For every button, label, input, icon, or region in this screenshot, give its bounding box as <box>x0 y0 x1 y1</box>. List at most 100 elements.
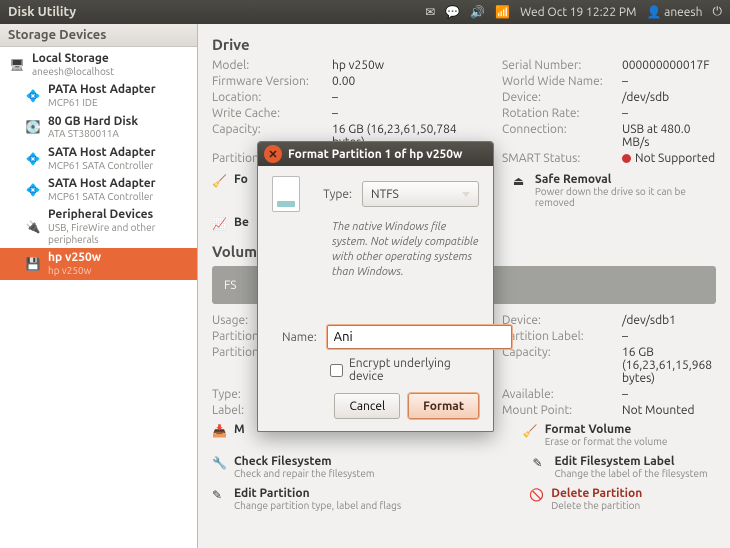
value: Not Mounted <box>622 404 716 417</box>
value: – <box>622 330 716 343</box>
cancel-button[interactable]: Cancel <box>334 393 400 419</box>
format-partition-dialog: ✕ Format Partition 1 of hp v250w Type: N… <box>257 141 494 432</box>
sidebar-item[interactable]: 💠 PATA Host Adapter MCP61 IDE <box>0 80 197 111</box>
mount-volume-action[interactable]: 📥 M <box>212 423 245 447</box>
flash-icon: 💾 <box>24 255 42 273</box>
hdd-icon: 💽 <box>24 118 42 136</box>
volume-icon[interactable]: 🔊 <box>470 5 485 19</box>
label: SMART Status: <box>502 152 612 165</box>
sidebar-item[interactable]: 🔌 Peripheral Devices USB, FireWire and o… <box>0 205 197 248</box>
label: Write Cache: <box>212 107 322 120</box>
sidebar-item[interactable]: 💠 SATA Host Adapter MCP61 SATA Controlle… <box>0 143 197 174</box>
sidebar-header: Storage Devices <box>0 24 197 47</box>
value: 16 GB (16,23,61,15,968 bytes) <box>622 346 716 385</box>
disk-icon <box>272 176 300 212</box>
dialog-titlebar[interactable]: ✕ Format Partition 1 of hp v250w <box>258 142 493 166</box>
type-hint: The native Windows file system. Not wide… <box>272 220 479 279</box>
label: Device: <box>502 91 612 104</box>
network-icon[interactable]: 📶 <box>495 5 510 19</box>
dialog-title-text: Format Partition 1 of hp v250w <box>288 148 462 161</box>
sidebar-item-sublabel: MCP61 IDE <box>48 97 156 109</box>
edit-label-action[interactable]: ✎ Edit Filesystem LabelChange the label … <box>533 455 708 479</box>
encrypt-checkbox[interactable] <box>330 364 343 377</box>
chat-icon[interactable]: 💬 <box>445 5 460 19</box>
app-title: Disk Utility <box>8 5 425 19</box>
label: Partition Label: <box>502 330 612 343</box>
label: Rotation Rate: <box>502 107 612 120</box>
label: Capacity: <box>502 346 612 385</box>
delete-icon: 🚫 <box>529 488 545 504</box>
pencil-icon: ✎ <box>212 488 228 504</box>
value: – <box>622 107 716 120</box>
type-value: NTFS <box>371 188 399 201</box>
value: – <box>332 107 492 120</box>
status-dot-icon <box>622 154 631 163</box>
name-input[interactable] <box>327 325 512 349</box>
format-icon: 🧹 <box>212 174 228 190</box>
label: Location: <box>212 91 322 104</box>
check-filesystem-action[interactable]: 🔧 Check FilesystemCheck and repair the f… <box>212 455 375 479</box>
value: /dev/sdb1 <box>622 314 716 327</box>
close-icon[interactable]: ✕ <box>264 145 282 163</box>
format-button[interactable]: Format <box>408 393 479 419</box>
format-volume-action[interactable]: 🧹 Format VolumeErase or format the volum… <box>523 423 668 447</box>
label: Available: <box>502 388 612 401</box>
delete-partition-action[interactable]: 🚫 Delete PartitionDelete the partition <box>529 487 642 511</box>
sidebar: Storage Devices 🖥 Local Storage aneesh@l… <box>0 24 198 548</box>
adapter-icon: 💠 <box>24 87 42 105</box>
sidebar-item[interactable]: 💠 SATA Host Adapter MCP61 SATA Controlle… <box>0 174 197 205</box>
sidebar-item-label: SATA Host Adapter <box>48 146 156 160</box>
value: – <box>622 75 716 88</box>
value: /dev/sdb <box>622 91 716 104</box>
eject-icon: ⏏ <box>513 174 529 190</box>
benchmark-action[interactable]: 📈 Be <box>212 216 249 233</box>
pencil-icon: ✎ <box>533 456 549 472</box>
mail-icon[interactable]: ✉ <box>425 5 435 19</box>
clock[interactable]: Wed Oct 19 12:22 PM <box>520 6 636 19</box>
value: Not Supported <box>622 152 716 165</box>
label: Connection: <box>502 123 612 149</box>
sidebar-item[interactable]: 💾 hp v250w hp v250w <box>0 248 197 279</box>
label: Firmware Version: <box>212 75 322 88</box>
sidebar-item-sublabel: ATA ST380011A <box>48 128 138 140</box>
sidebar-item-sublabel: MCP61 SATA Controller <box>48 191 156 203</box>
value: USB at 480.0 MB/s <box>622 123 716 149</box>
type-select[interactable]: NTFS <box>362 181 479 207</box>
type-label: Type: <box>310 188 352 201</box>
drive-section-title: Drive <box>212 36 716 53</box>
sidebar-item-sublabel: USB, FireWire and other peripherals <box>48 222 191 245</box>
encrypt-label: Encrypt underlying device <box>349 357 479 383</box>
sidebar-item-sublabel: MCP61 SATA Controller <box>48 160 156 172</box>
power-icon[interactable]: ⏻ <box>713 5 723 19</box>
value: 0.00 <box>332 75 492 88</box>
label: Serial Number: <box>502 59 612 72</box>
sidebar-item[interactable]: 🖥 Local Storage aneesh@localhost <box>0 49 197 80</box>
sidebar-item-label: PATA Host Adapter <box>48 83 156 97</box>
label: Mount Point: <box>502 404 612 417</box>
brush-icon: 🧹 <box>523 424 539 440</box>
sidebar-item-label: hp v250w <box>48 251 101 265</box>
value: – <box>332 91 492 104</box>
value: – <box>622 388 716 401</box>
sidebar-item-label: 80 GB Hard Disk <box>48 115 138 129</box>
user-menu[interactable]: 👤 aneesh <box>646 5 702 19</box>
safe-removal-action[interactable]: ⏏ Safe RemovalPower down the drive so it… <box>513 173 716 208</box>
label: Device: <box>502 314 612 327</box>
mount-icon: 📥 <box>212 424 228 440</box>
adapter-icon: 💠 <box>24 150 42 168</box>
sidebar-item-label: Peripheral Devices <box>48 208 191 222</box>
system-tray: ✉ 💬 🔊 📶 Wed Oct 19 12:22 PM 👤 aneesh ⏻ <box>425 5 722 19</box>
chevron-down-icon <box>462 192 470 197</box>
computer-icon: 🖥 <box>8 56 26 74</box>
value: hp v250w <box>332 59 492 72</box>
sidebar-item-sublabel: hp v250w <box>48 265 101 277</box>
edit-partition-action[interactable]: ✎ Edit PartitionChange partition type, l… <box>212 487 401 511</box>
usb-icon: 🔌 <box>24 218 42 236</box>
sidebar-item-label: Local Storage <box>32 52 114 66</box>
label: Model: <box>212 59 322 72</box>
sidebar-item[interactable]: 💽 80 GB Hard Disk ATA ST380011A <box>0 112 197 143</box>
name-label: Name: <box>282 331 317 344</box>
format-drive-action[interactable]: 🧹 Fo <box>212 173 248 208</box>
value: 000000000017F <box>622 59 716 72</box>
sidebar-item-sublabel: aneesh@localhost <box>32 66 114 78</box>
